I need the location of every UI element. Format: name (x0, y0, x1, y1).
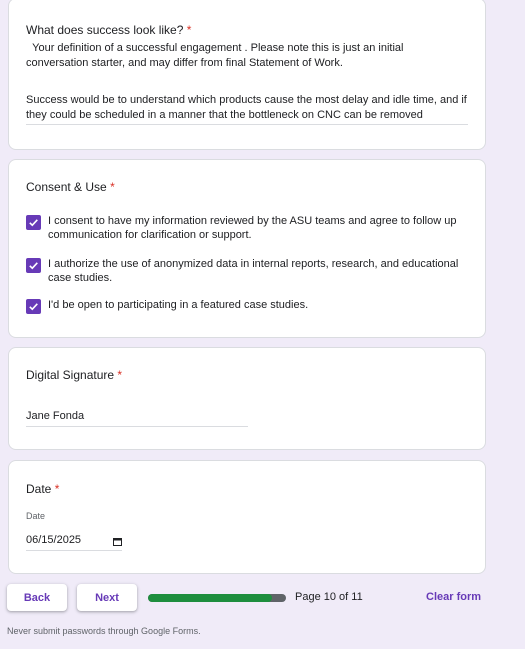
next-button[interactable]: Next (77, 584, 137, 611)
success-answer-field[interactable]: Success would be to understand which pro… (26, 93, 468, 125)
date-input[interactable]: 06/15/2025 (26, 533, 122, 551)
date-value: 06/15/2025 (26, 534, 82, 546)
password-warning: Never submit passwords through Google Fo… (7, 626, 201, 636)
consent-option-case-study[interactable]: I'd be open to participating in a featur… (26, 298, 468, 314)
success-question-title: What does success look like? * (26, 23, 191, 37)
progress-bar-fill (148, 594, 273, 602)
signature-title-text: Digital Signature (26, 368, 115, 382)
checkbox-checked-icon[interactable] (26, 299, 41, 314)
checkbox-checked-icon[interactable] (26, 215, 41, 230)
consent-option-label: I consent to have my information reviewe… (48, 215, 457, 241)
date-field-label: Date (26, 511, 46, 521)
success-question-card: What does success look like? * Your defi… (8, 0, 486, 150)
required-asterisk: * (186, 23, 192, 37)
consent-option-anonymized-data[interactable]: I authorize the use of anonymized data i… (26, 257, 468, 285)
success-question-description: Your definition of a successful engageme… (26, 42, 407, 69)
signature-question-card: Digital Signature * Jane Fonda (8, 347, 486, 450)
progress-bar (148, 594, 286, 602)
clear-form-button[interactable]: Clear form (426, 591, 481, 603)
signature-input[interactable]: Jane Fonda (26, 409, 248, 427)
required-asterisk: * (54, 482, 60, 496)
success-title-text: What does success look like? (26, 23, 184, 37)
date-title-text: Date (26, 482, 52, 496)
consent-question-card: Consent & Use * I consent to have my inf… (8, 159, 486, 338)
back-button[interactable]: Back (7, 584, 67, 611)
consent-option-review[interactable]: I consent to have my information reviewe… (26, 214, 468, 242)
required-asterisk: * (110, 180, 115, 194)
consent-title-text: Consent & Use (26, 180, 107, 194)
required-asterisk: * (117, 368, 123, 382)
checkbox-checked-icon[interactable] (26, 258, 41, 273)
consent-question-title: Consent & Use * (26, 180, 115, 194)
consent-option-label: I authorize the use of anonymized data i… (48, 258, 459, 284)
calendar-icon[interactable] (113, 536, 122, 546)
date-question-title: Date * (26, 482, 59, 496)
date-question-card: Date * Date 06/15/2025 (8, 460, 486, 574)
consent-option-label: I'd be open to participating in a featur… (48, 299, 309, 311)
signature-question-title: Digital Signature * (26, 368, 122, 382)
page-indicator: Page 10 of 11 (295, 591, 363, 603)
